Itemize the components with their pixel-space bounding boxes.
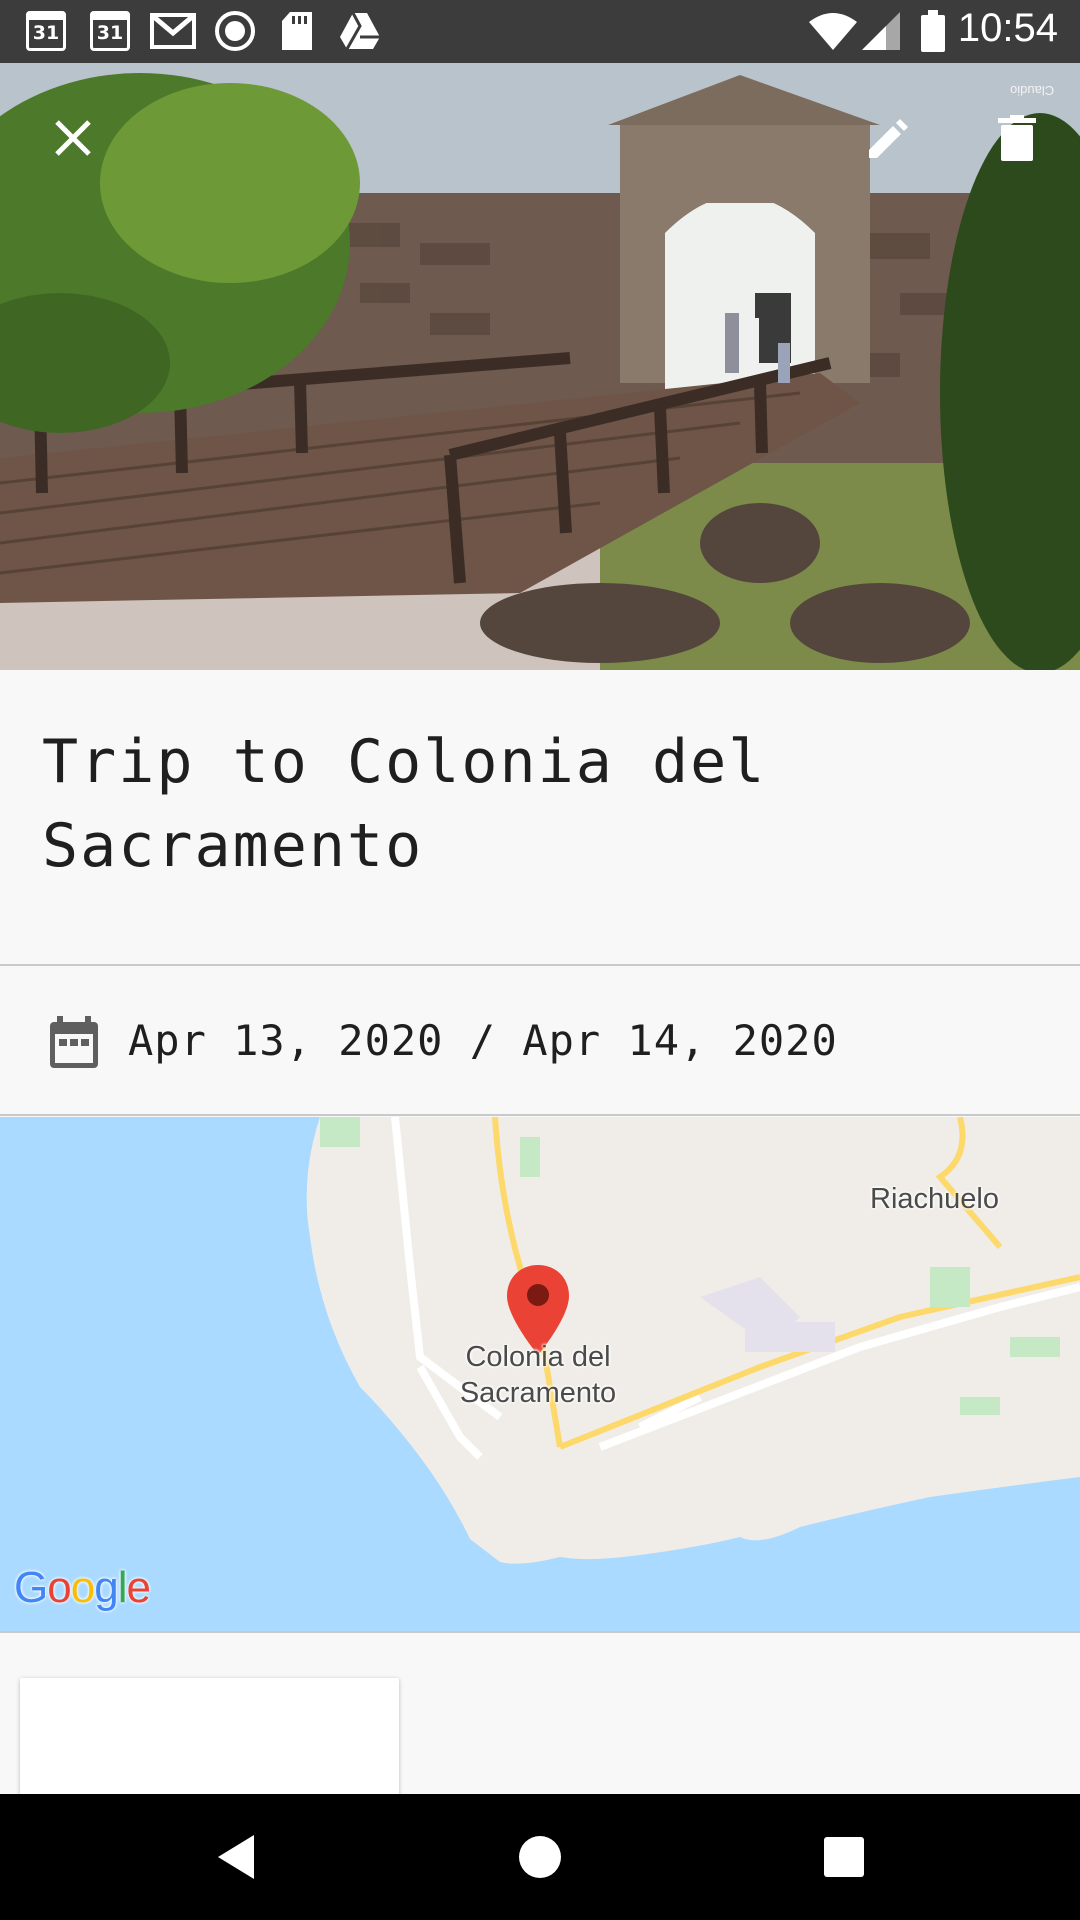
edit-button[interactable] (852, 103, 922, 173)
delete-button[interactable] (982, 103, 1052, 173)
delete-trash-icon (998, 115, 1036, 161)
edit-pencil-icon (869, 119, 908, 158)
trip-title: Trip to Colonia del Sacramento (42, 727, 767, 881)
google-logo: Google (14, 1563, 151, 1612)
gmail-icon (150, 10, 196, 52)
content-card[interactable] (20, 1678, 399, 1798)
back-button[interactable] (196, 1822, 276, 1892)
photo-caption: Claudio (1010, 83, 1055, 98)
status-bar: 31 31 10:54 (0, 0, 1080, 63)
calendar-icon: 31 (90, 10, 130, 52)
home-button[interactable] (500, 1822, 580, 1892)
home-icon (519, 1836, 561, 1878)
sd-card-icon (280, 10, 314, 52)
trip-dates: Apr 13, 2020 / Apr 14, 2020 (128, 1016, 838, 1065)
date-range-row[interactable]: Apr 13, 2020 / Apr 14, 2020 (0, 968, 1080, 1116)
navigation-bar (0, 1794, 1080, 1920)
trip-detail-screen: 31 31 10:54 Claudio Trip to Colonia del … (0, 0, 1080, 1920)
battery-icon (920, 10, 946, 52)
calendar-icon: 31 (26, 10, 66, 52)
title-section: Trip to Colonia del Sacramento (0, 670, 1080, 966)
trip-map[interactable]: Riachuelo Colonia del Sacramento Google (0, 1117, 1080, 1633)
signal-icon (862, 10, 902, 52)
record-icon (214, 10, 256, 52)
drive-icon (338, 10, 382, 52)
close-icon (55, 120, 91, 156)
calendar-icon (50, 1016, 98, 1068)
wifi-icon (808, 10, 858, 52)
map-label-riachuelo: Riachuelo (870, 1183, 999, 1215)
back-icon (218, 1835, 254, 1879)
status-time: 10:54 (957, 6, 1058, 50)
trip-photo: Claudio (0, 63, 1080, 670)
recents-button[interactable] (804, 1822, 884, 1892)
close-button[interactable] (38, 103, 108, 173)
map-label-colonia: Colonia del Sacramento (459, 1341, 617, 1409)
recents-icon (824, 1837, 864, 1877)
